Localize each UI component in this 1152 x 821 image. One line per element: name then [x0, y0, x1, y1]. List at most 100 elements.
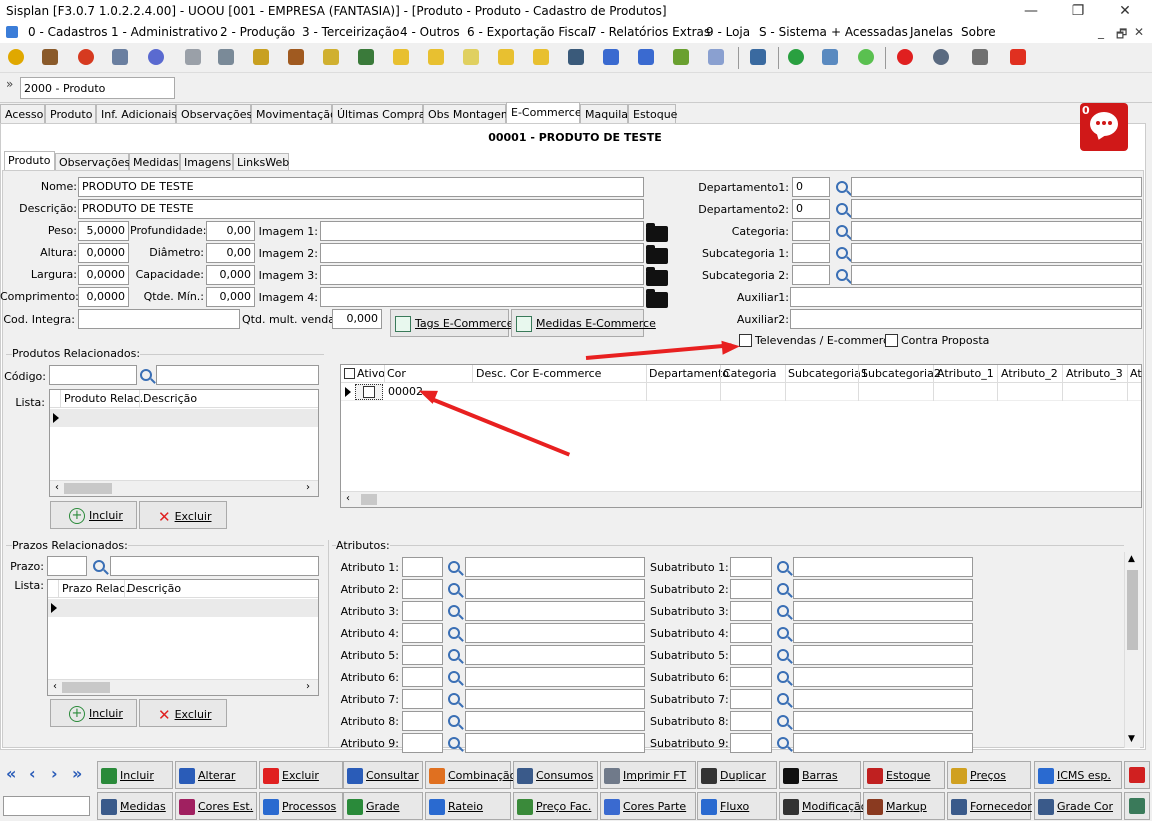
- subcategoria2-input[interactable]: [792, 265, 830, 285]
- diametro-input[interactable]: 0,00: [206, 243, 255, 263]
- scroll-down-icon[interactable]: ▼: [1128, 734, 1135, 744]
- power-icon[interactable]: [897, 49, 913, 65]
- search-icon[interactable]: [836, 203, 848, 215]
- tab-estoque[interactable]: Estoque: [628, 104, 677, 123]
- departamento2-input[interactable]: 0: [792, 199, 830, 219]
- consultar-button[interactable]: Consultar: [343, 761, 423, 789]
- folder-arrow-icon[interactable]: [393, 49, 409, 65]
- atributo-desc-input[interactable]: [465, 623, 645, 643]
- folder-icon[interactable]: [646, 223, 668, 242]
- notes-icon[interactable]: [463, 49, 479, 65]
- select-all-checkbox[interactable]: [344, 368, 355, 379]
- column-departamento[interactable]: Departamento: [649, 367, 729, 380]
- subatributo-desc-input[interactable]: [793, 711, 973, 731]
- subatributo-code-input[interactable]: [730, 557, 772, 577]
- search-icon[interactable]: [448, 627, 460, 639]
- subatributo-desc-input[interactable]: [793, 557, 973, 577]
- subtab-medidas[interactable]: Medidas: [129, 153, 180, 170]
- prazo-desc-input[interactable]: [110, 556, 319, 576]
- column-descricao[interactable]: Descrição: [127, 582, 181, 595]
- subatributo-code-input[interactable]: [730, 601, 772, 621]
- modificacao-button[interactable]: Modificação: [779, 792, 868, 820]
- scroll-up-icon[interactable]: ▲: [1128, 554, 1135, 564]
- qtd-mult-input[interactable]: 0,000: [332, 309, 382, 329]
- search-icon[interactable]: [140, 369, 152, 381]
- scroll-thumb[interactable]: [64, 483, 112, 494]
- stapler-icon[interactable]: [185, 49, 201, 65]
- search-icon[interactable]: [836, 181, 848, 193]
- search-icon[interactable]: [448, 583, 460, 595]
- disc-icon[interactable]: [148, 49, 164, 65]
- column-descricao[interactable]: Descrição: [143, 392, 197, 405]
- medidas-button[interactable]: Medidas: [97, 792, 173, 820]
- contra-proposta-checkbox[interactable]: [885, 334, 898, 347]
- search-icon[interactable]: [777, 583, 789, 595]
- edit-icon[interactable]: [323, 49, 339, 65]
- alterar-button[interactable]: Alterar: [175, 761, 257, 789]
- tab-inf-adicionais[interactable]: Inf. Adicionais: [96, 104, 177, 123]
- subatributo-desc-input[interactable]: [793, 623, 973, 643]
- folder-icon[interactable]: [646, 245, 668, 264]
- subtab-imagens[interactable]: Imagens: [180, 153, 233, 170]
- prazos-excluir-button[interactable]: ✕ Excluir: [139, 699, 227, 727]
- column-prazo-relac[interactable]: Prazo Relac.: [62, 582, 129, 595]
- atributo-desc-input[interactable]: [465, 733, 645, 753]
- tab-obs-montagem[interactable]: Obs Montagem: [423, 104, 512, 123]
- subtab-observacoes[interactable]: Observações: [55, 153, 130, 170]
- subatributo-code-input[interactable]: [730, 711, 772, 731]
- minimize-button[interactable]: —: [1008, 0, 1054, 22]
- folder-icon[interactable]: [646, 267, 668, 286]
- monitor-icon[interactable]: [822, 49, 838, 65]
- largura-input[interactable]: 0,0000: [78, 265, 129, 285]
- search-icon[interactable]: [836, 225, 848, 237]
- shield-icon[interactable]: [8, 49, 24, 65]
- menu-terceirizacao[interactable]: 3 - Terceirização: [302, 25, 399, 39]
- duplicar-button[interactable]: Duplicar: [697, 761, 777, 789]
- tab-maquila[interactable]: Maquila: [580, 104, 628, 123]
- table-row[interactable]: [50, 409, 318, 427]
- produtos-excluir-button[interactable]: ✕ Excluir: [139, 501, 227, 529]
- ativo-cell[interactable]: [355, 384, 383, 400]
- tags-ecommerce-button[interactable]: Tags E-Commerce: [390, 309, 513, 337]
- departamento2-desc[interactable]: [851, 199, 1142, 219]
- preco-fac-button[interactable]: Preço Fac.: [513, 792, 598, 820]
- folder-star-icon[interactable]: [428, 49, 444, 65]
- menu-sobre[interactable]: Sobre: [961, 25, 996, 39]
- module-selector[interactable]: 2000 - Produto: [20, 77, 175, 99]
- menu-cadastros[interactable]: 0 - Cadastros: [28, 25, 108, 39]
- scroll-left-icon[interactable]: ‹: [55, 482, 59, 493]
- estoque-button[interactable]: Estoque: [863, 761, 945, 789]
- chat-icon[interactable]: 0: [1080, 103, 1128, 151]
- search-icon[interactable]: [448, 561, 460, 573]
- rateio-button[interactable]: Rateio: [425, 792, 511, 820]
- imagem4-input[interactable]: [320, 287, 644, 307]
- produtos-relacionados-grid[interactable]: Produto Relac. Descrição ‹ ›: [49, 389, 319, 497]
- icms-esp-button[interactable]: ICMS esp.: [1034, 761, 1122, 789]
- subatributo-code-input[interactable]: [730, 689, 772, 709]
- fluxo-button[interactable]: Fluxo: [697, 792, 777, 820]
- menu-exportacao-fiscal[interactable]: 6 - Exportação Fiscal: [467, 25, 591, 39]
- prazo-input[interactable]: [47, 556, 87, 576]
- subatributo-code-input[interactable]: [730, 623, 772, 643]
- expand-chevron-icon[interactable]: »: [6, 77, 13, 91]
- battery-icon[interactable]: [673, 49, 689, 65]
- next-record-icon[interactable]: ›: [51, 764, 58, 783]
- scroll-right-icon[interactable]: ›: [306, 681, 310, 692]
- atributo-code-input[interactable]: [402, 601, 443, 621]
- tab-acesso[interactable]: Acesso: [0, 104, 45, 123]
- subatributo-code-input[interactable]: [730, 645, 772, 665]
- horizontal-scrollbar[interactable]: ‹: [341, 491, 1141, 507]
- peso-input[interactable]: 5,0000: [78, 221, 129, 241]
- tab-ultimas-compras[interactable]: Últimas Compras: [332, 104, 431, 123]
- scroll-right-icon[interactable]: ›: [306, 482, 310, 493]
- column-atributo3[interactable]: Atributo_3: [1066, 367, 1123, 380]
- more-button-2[interactable]: [1124, 792, 1150, 820]
- scroll-left-icon[interactable]: ‹: [346, 493, 350, 504]
- last-record-icon[interactable]: »: [72, 764, 82, 783]
- subatributo-desc-input[interactable]: [793, 579, 973, 599]
- whatsapp-icon[interactable]: [788, 49, 804, 65]
- column-cor[interactable]: Cor: [387, 367, 406, 380]
- auxiliar2-input[interactable]: [790, 309, 1142, 329]
- atributo-code-input[interactable]: [402, 645, 443, 665]
- nome-input[interactable]: PRODUTO DE TESTE: [78, 177, 644, 197]
